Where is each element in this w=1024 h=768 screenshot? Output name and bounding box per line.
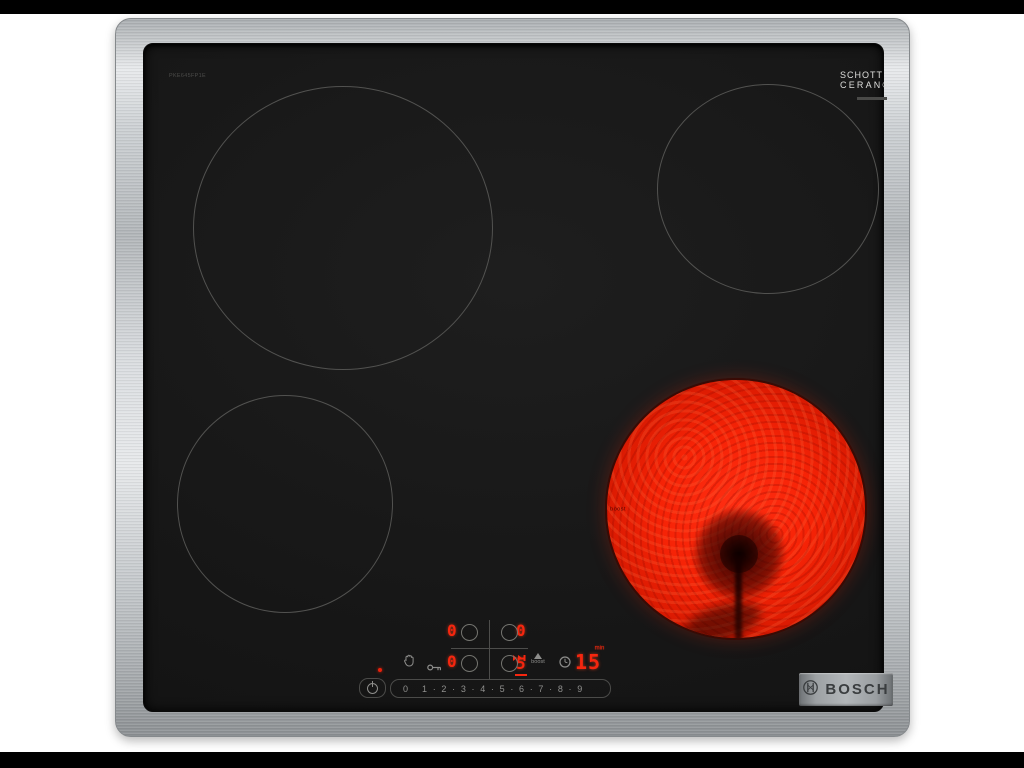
cooktop-frame: PKE645FP1E SCHOTT CERAN® boost — [115, 18, 910, 737]
burner-rear-left — [193, 86, 493, 370]
boost-key[interactable]: boost — [529, 653, 547, 666]
power-level-slider[interactable]: 0 1 · 2 · 3 · 4 · 5 · 6 · 7 · 8 · 9 — [390, 679, 611, 698]
timer-display: 15 — [575, 650, 601, 674]
model-number-label: PKE645FP1E — [169, 72, 206, 78]
timer-unit-label: min — [595, 644, 605, 651]
burner-front-right-active: boost — [605, 378, 867, 640]
slider-zero-label: 0 — [403, 684, 408, 694]
display-rear-left: 0 — [447, 622, 457, 639]
power-icon — [367, 683, 378, 694]
red-dot — [378, 668, 382, 672]
slider-level-labels: 1 · 2 · 3 · 4 · 5 · 6 · 7 · 8 · 9 — [422, 684, 584, 694]
ceramic-glass-surface: PKE645FP1E SCHOTT CERAN® boost — [143, 43, 884, 712]
boost-glass-marking: boost — [610, 505, 626, 511]
zone-select-rear-right[interactable] — [501, 624, 518, 641]
display-front-left: 0 — [447, 653, 457, 670]
zone-select-front-right[interactable] — [501, 655, 518, 672]
zone-select-rear-left[interactable] — [461, 624, 478, 641]
fine-print-line — [857, 97, 887, 100]
power-button[interactable] — [359, 678, 386, 698]
zone-cross-divider-vertical — [489, 620, 490, 680]
bosch-badge: BOSCH — [799, 673, 893, 706]
burner-rear-right — [657, 84, 879, 294]
hand-icon[interactable] — [403, 654, 415, 672]
clock-icon[interactable] — [559, 655, 571, 673]
key-icon[interactable] — [427, 659, 442, 677]
letterbox-top — [0, 0, 1024, 14]
zone-select-front-left[interactable] — [461, 655, 478, 672]
schott-ceran-logo: SCHOTT CERAN® — [840, 71, 886, 90]
boost-key-label: boost — [531, 659, 545, 665]
ceran-line: CERAN® — [840, 80, 886, 90]
element-shadow-smudge — [679, 594, 766, 640]
selected-zone-underline — [515, 674, 527, 676]
schott-line: SCHOTT — [840, 71, 886, 80]
bosch-logo-icon — [802, 679, 819, 701]
letterbox-bottom — [0, 752, 1024, 768]
burner-front-left — [177, 395, 393, 613]
bosch-wordmark: BOSCH — [825, 681, 889, 698]
